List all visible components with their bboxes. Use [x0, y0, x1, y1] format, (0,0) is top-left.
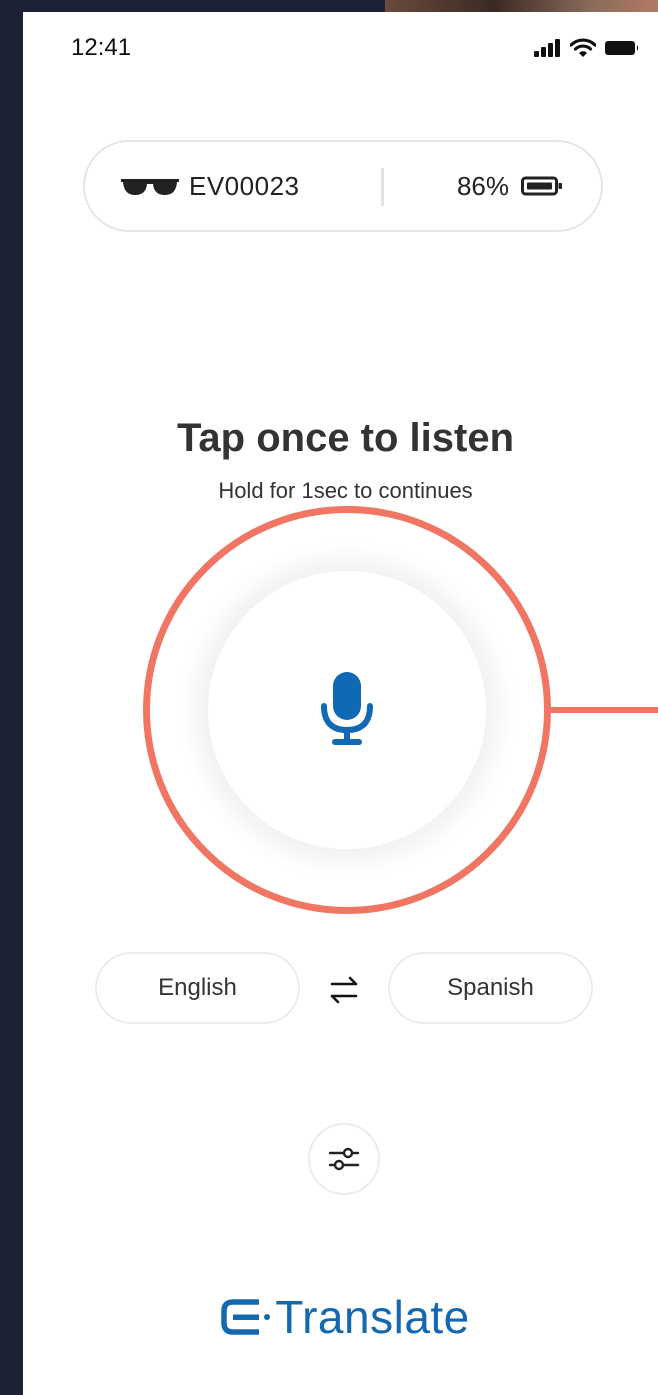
wifi-icon	[570, 38, 596, 57]
prompt-subtitle: Hold for 1sec to continues	[218, 478, 473, 503]
mic-button[interactable]	[208, 571, 486, 849]
status-icons	[534, 38, 640, 58]
ring-connector-line	[550, 707, 658, 713]
device-name: EV00023	[189, 170, 300, 201]
source-language-button[interactable]: English	[95, 952, 300, 1024]
listen-ring[interactable]	[143, 506, 551, 914]
e-logo-icon	[221, 1299, 271, 1335]
swap-arrows-icon[interactable]	[326, 972, 362, 1008]
target-language-button[interactable]: Spanish	[388, 952, 593, 1024]
battery-info: 86%	[457, 142, 563, 230]
device-info: EV00023	[121, 142, 299, 230]
battery-percent: 86%	[456, 170, 509, 201]
phone-screen: 12:41 EV00023 86% Tap once to listen Hol…	[23, 12, 658, 1395]
pill-divider	[381, 168, 384, 206]
prompt-title: Tap once to listen	[176, 416, 515, 460]
status-time: 12:41	[71, 34, 132, 61]
battery-status-icon	[605, 41, 639, 55]
signal-icon	[534, 39, 560, 57]
battery-icon	[521, 176, 562, 196]
microphone-icon	[321, 672, 373, 745]
settings-button[interactable]	[308, 1123, 380, 1195]
brand-logo: Translate	[23, 1290, 658, 1344]
sunglasses-icon	[121, 179, 179, 195]
device-status-pill[interactable]: EV00023 86%	[83, 140, 603, 232]
sliders-icon	[328, 1147, 360, 1171]
brand-name: Translate	[275, 1291, 470, 1343]
